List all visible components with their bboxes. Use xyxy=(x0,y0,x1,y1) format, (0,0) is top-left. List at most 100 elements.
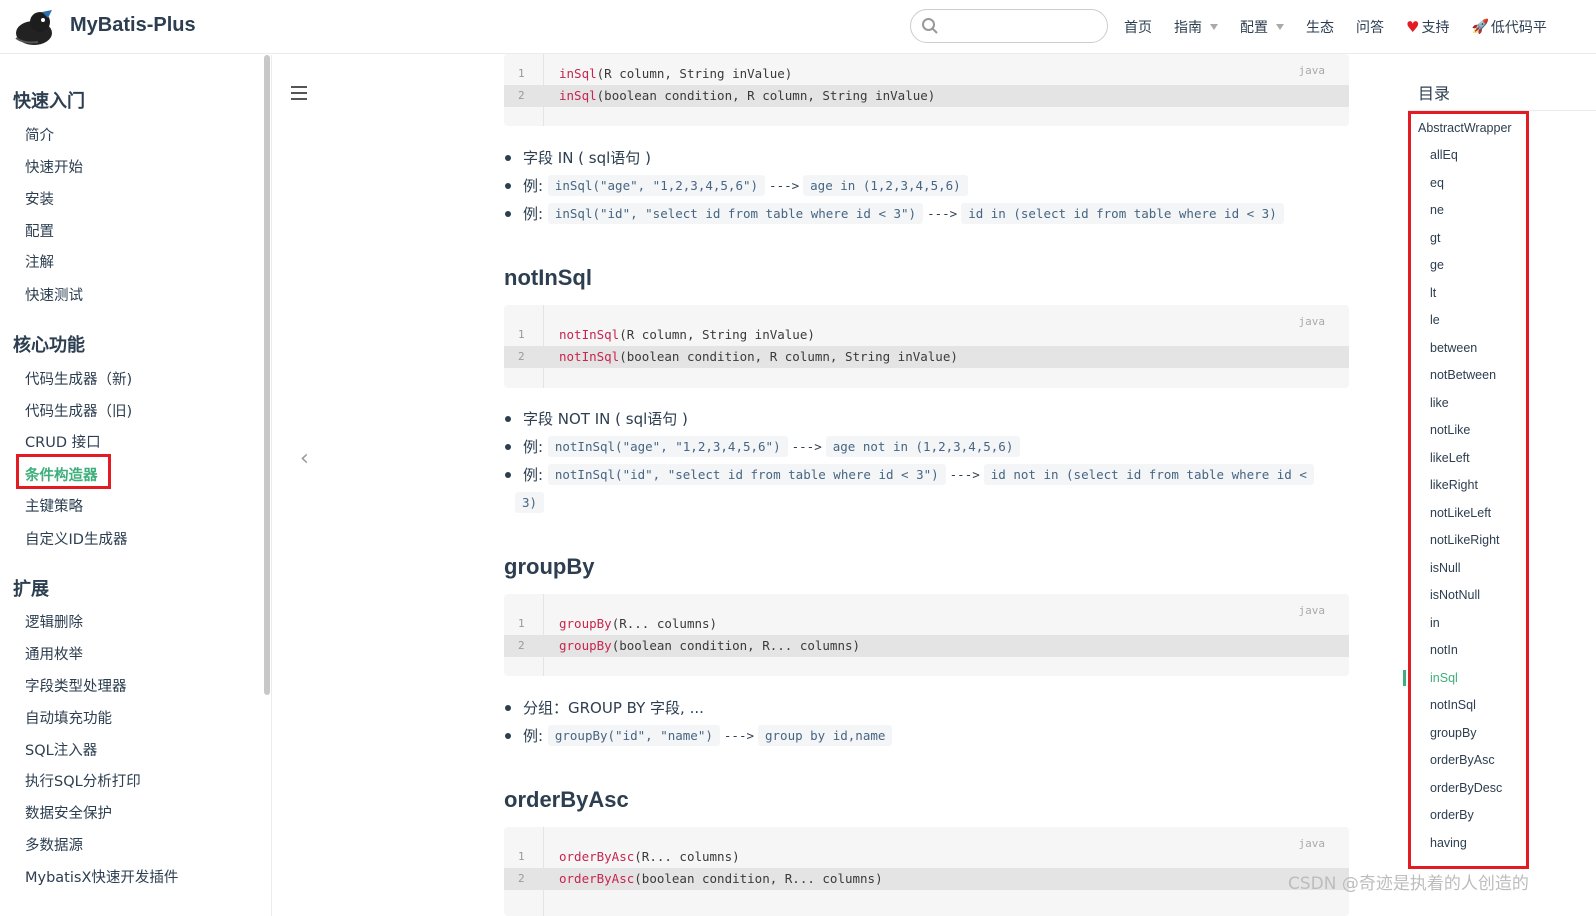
toc-item-active[interactable]: inSql xyxy=(1430,671,1458,685)
rocket-icon: 🚀 xyxy=(1471,19,1489,35)
nav-guide[interactable]: 指南 xyxy=(1174,17,1218,37)
section-heading[interactable]: groupBy xyxy=(504,554,594,580)
sidebar-item[interactable]: 数据安全保护 xyxy=(25,802,112,823)
sidebar-item[interactable]: 快速开始 xyxy=(25,156,83,177)
sidebar-item[interactable]: 代码生成器（新) xyxy=(25,368,132,389)
toc-item[interactable]: lt xyxy=(1430,286,1436,300)
code-line: 2 orderByAsc(boolean condition, R... col… xyxy=(504,868,1349,890)
list-item: 字段 IN ( sql语句 ) xyxy=(505,147,651,168)
watermark: CSDN @奇迹是执着的人创造的 xyxy=(1288,874,1529,894)
sidebar-item[interactable]: 简介 xyxy=(25,124,54,145)
sidebar-item[interactable]: 主键策略 xyxy=(25,495,83,516)
toc-item[interactable]: notIn xyxy=(1430,643,1458,657)
nav-support[interactable]: ♥ 支持 xyxy=(1406,17,1449,37)
toc-item[interactable]: groupBy xyxy=(1430,726,1477,740)
inline-code: age in (1,2,3,4,5,6) xyxy=(803,175,968,196)
chevron-down-icon xyxy=(1210,24,1218,30)
toc-item[interactable]: orderByAsc xyxy=(1430,753,1495,767)
sidebar-item[interactable]: 逻辑删除 xyxy=(25,611,83,632)
nav-faq[interactable]: 问答 xyxy=(1356,17,1384,37)
sidebar-item[interactable]: 代码生成器（旧) xyxy=(25,400,132,421)
nav-config[interactable]: 配置 xyxy=(1240,17,1284,37)
inline-code: 3) xyxy=(515,492,545,513)
nav-home-label[interactable]: 首页 xyxy=(1124,17,1152,37)
sidebar-scrollbar[interactable] xyxy=(264,55,270,695)
line-number: 2 xyxy=(518,872,525,885)
arrow-text: ---> xyxy=(791,439,822,454)
sidebar-item[interactable]: MybatisX快速开发插件 xyxy=(25,866,178,887)
code-line: 1 orderByAsc(R... columns) xyxy=(504,846,1349,868)
code-block: java 1 notInSql(R column, String inValue… xyxy=(504,305,1349,388)
code-args: (boolean condition, R... columns) xyxy=(634,871,883,886)
toc-item[interactable]: ge xyxy=(1430,258,1444,272)
sidebar-group-title[interactable]: 核心功能 xyxy=(13,331,85,357)
toc-active-marker xyxy=(1403,670,1406,686)
sidebar-item[interactable]: 自定义ID生成器 xyxy=(25,528,127,549)
nav-home[interactable]: 首页 xyxy=(1124,17,1152,37)
toc-item[interactable]: in xyxy=(1430,616,1440,630)
toc-item[interactable]: le xyxy=(1430,313,1440,327)
toc-item[interactable]: notInSql xyxy=(1430,698,1476,712)
search-icon xyxy=(922,18,938,34)
toc-item[interactable]: allEq xyxy=(1430,148,1458,162)
code-block: java 1 orderByAsc(R... columns) 2 orderB… xyxy=(504,827,1349,916)
arrow-text: ---> xyxy=(723,728,754,743)
toc-item[interactable]: like xyxy=(1430,396,1449,410)
toc-item[interactable]: orderByDesc xyxy=(1430,781,1502,795)
toc-item[interactable]: notLikeLeft xyxy=(1430,506,1491,520)
sidebar-item[interactable]: 多数据源 xyxy=(25,834,83,855)
sidebar-item[interactable]: 快速测试 xyxy=(25,284,83,305)
toc-item[interactable]: ne xyxy=(1430,203,1444,217)
sidebar-item[interactable]: 配置 xyxy=(25,220,54,241)
sidebar-group-title[interactable]: 扩展 xyxy=(13,575,49,601)
inline-code: id not in (select id from table where id… xyxy=(983,464,1314,485)
section-heading[interactable]: notInSql xyxy=(504,265,592,291)
site-name[interactable]: MyBatis-Plus xyxy=(70,14,196,37)
toc-item[interactable]: orderBy xyxy=(1430,808,1474,822)
sidebar-group-title[interactable]: 快速入门 xyxy=(13,87,85,113)
sidebar-item[interactable]: SQL注入器 xyxy=(25,739,97,760)
sidebar-item[interactable]: 安装 xyxy=(25,188,54,209)
bullet-label: 例: xyxy=(523,438,544,456)
code-fn: notInSql xyxy=(559,349,620,364)
bullet-label: 例: xyxy=(523,177,544,195)
chevron-left-icon[interactable]: ‹ xyxy=(300,446,309,471)
sidebar-item[interactable]: 自动填充功能 xyxy=(25,707,112,728)
nav-lowcode-label[interactable]: 低代码平 xyxy=(1491,17,1547,37)
nav-guide-label[interactable]: 指南 xyxy=(1174,17,1202,37)
mybatis-bird-logo[interactable] xyxy=(12,8,56,46)
search-input[interactable] xyxy=(945,14,1101,38)
code-line: 2 notInSql(boolean condition, R column, … xyxy=(504,346,1349,368)
toc-item[interactable]: isNotNull xyxy=(1430,588,1480,602)
sidebar-item[interactable]: 执行SQL分析打印 xyxy=(25,770,141,791)
menu-toggle-icon[interactable] xyxy=(291,86,307,100)
nav-lowcode[interactable]: 🚀 低代码平 xyxy=(1471,17,1546,37)
toc-item[interactable]: having xyxy=(1430,836,1467,850)
toc-item[interactable]: notLikeRight xyxy=(1430,533,1500,547)
code-fn: inSql xyxy=(559,66,597,81)
nav-config-label[interactable]: 配置 xyxy=(1240,17,1268,37)
toc-item[interactable]: between xyxy=(1430,341,1477,355)
nav-faq-label[interactable]: 问答 xyxy=(1356,17,1384,37)
toc-item[interactable]: isNull xyxy=(1430,561,1461,575)
nav-ecosystem-label[interactable]: 生态 xyxy=(1306,17,1334,37)
toc-item[interactable]: notBetween xyxy=(1430,368,1496,382)
nav-support-label[interactable]: 支持 xyxy=(1421,17,1449,37)
sidebar-item[interactable]: 通用枚举 xyxy=(25,643,83,664)
search-box[interactable] xyxy=(910,9,1108,43)
toc-item[interactable]: gt xyxy=(1430,231,1440,245)
sidebar-item[interactable]: 字段类型处理器 xyxy=(25,675,127,696)
toc-item[interactable]: likeLeft xyxy=(1430,451,1470,465)
toc-item[interactable]: likeRight xyxy=(1430,478,1478,492)
toc-item[interactable]: notLike xyxy=(1430,423,1470,437)
code-fn: groupBy xyxy=(559,638,612,653)
line-number: 1 xyxy=(518,850,525,863)
sidebar-item[interactable]: 注解 xyxy=(25,251,54,272)
code-args: (boolean condition, R column, String inV… xyxy=(619,349,958,364)
toc-item-root[interactable]: AbstractWrapper xyxy=(1418,121,1512,135)
line-number: 1 xyxy=(518,617,525,630)
sidebar-item[interactable]: CRUD 接口 xyxy=(25,431,101,452)
nav-ecosystem[interactable]: 生态 xyxy=(1306,17,1334,37)
toc-item[interactable]: eq xyxy=(1430,176,1444,190)
section-heading[interactable]: orderByAsc xyxy=(504,787,629,813)
